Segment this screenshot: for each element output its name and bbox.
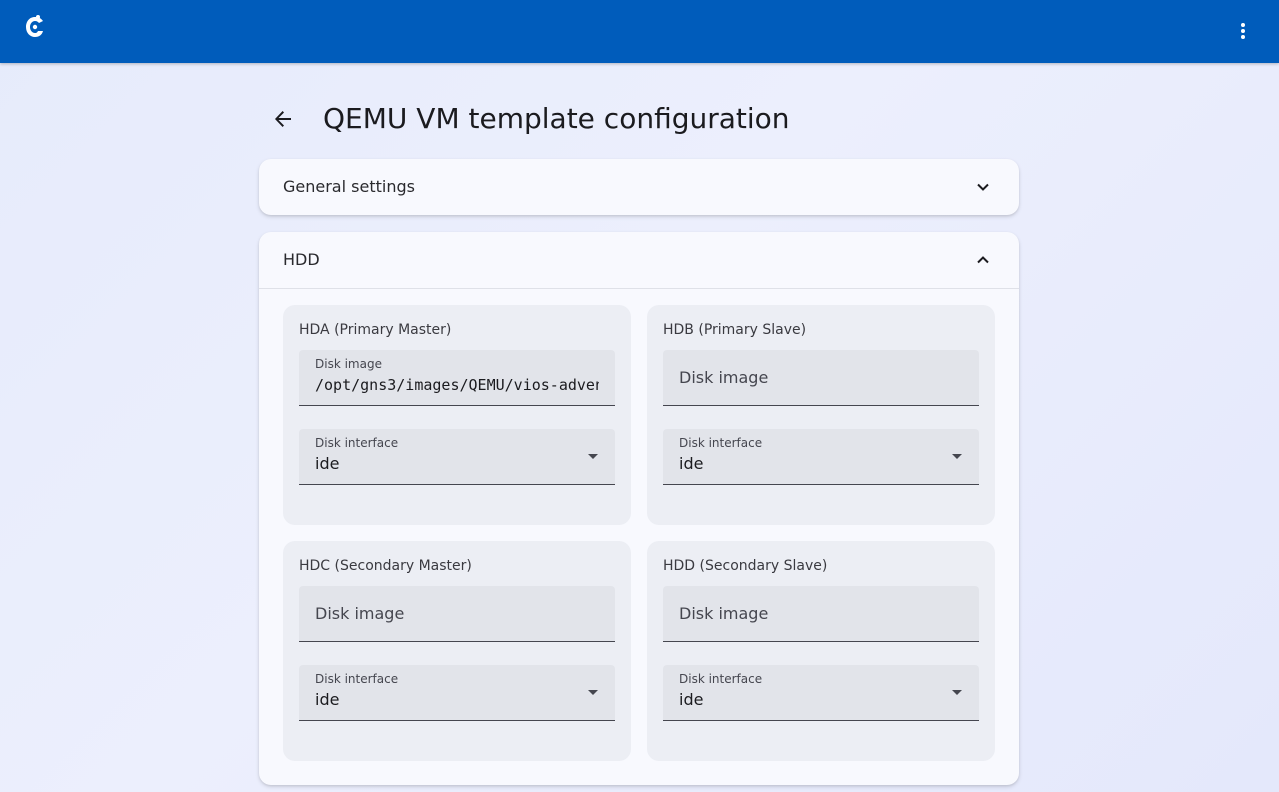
chevron-up-icon bbox=[977, 256, 989, 264]
hdc-card: HDC (Secondary Master) Disk image Disk i… bbox=[283, 541, 631, 761]
hdd-disk-image-field[interactable]: Disk image bbox=[663, 586, 979, 642]
hdd-header[interactable]: HDD bbox=[259, 232, 1019, 288]
more-options-button[interactable] bbox=[1229, 17, 1257, 45]
dropdown-arrow-icon bbox=[952, 690, 962, 695]
hdd-title: HDD bbox=[283, 250, 320, 269]
hdc-title: HDC (Secondary Master) bbox=[299, 558, 472, 574]
hdd-disk-image-label: Disk image bbox=[679, 604, 769, 623]
hda-title: HDA (Primary Master) bbox=[299, 322, 452, 338]
dropdown-arrow-icon bbox=[588, 454, 598, 459]
hdc-disk-interface-value: ide bbox=[315, 690, 340, 709]
page-title: QEMU VM template configuration bbox=[323, 102, 790, 135]
hdb-disk-interface-select[interactable]: Disk interface ide bbox=[663, 429, 979, 485]
hdb-title: HDB (Primary Slave) bbox=[663, 322, 807, 338]
hdd-disk-title: HDD (Secondary Slave) bbox=[663, 558, 828, 574]
hda-card: HDA (Primary Master) Disk image /opt/gns… bbox=[283, 305, 631, 525]
hdd-card: HDD (Secondary Slave) Disk image Disk in… bbox=[647, 541, 995, 761]
hda-disk-image-field[interactable]: Disk image /opt/gns3/images/QEMU/vios-ad… bbox=[299, 350, 615, 406]
hdc-disk-interface-select[interactable]: Disk interface ide bbox=[299, 665, 615, 721]
hdb-card: HDB (Primary Slave) Disk image Disk inte… bbox=[647, 305, 995, 525]
hda-disk-image-value: /opt/gns3/images/QEMU/vios-adventerprise… bbox=[315, 376, 599, 394]
hda-disk-interface-select[interactable]: Disk interface ide bbox=[299, 429, 615, 485]
hdc-disk-image-field[interactable]: Disk image bbox=[299, 586, 615, 642]
back-button[interactable] bbox=[269, 105, 297, 133]
hda-disk-interface-label: Disk interface bbox=[315, 436, 399, 450]
hdb-disk-image-label: Disk image bbox=[679, 368, 769, 387]
arrow-back-icon bbox=[275, 111, 291, 127]
hdb-disk-image-field[interactable]: Disk image bbox=[663, 350, 979, 406]
dropdown-arrow-icon bbox=[952, 454, 962, 459]
more-vert-icon bbox=[1241, 23, 1245, 27]
hdb-disk-interface-label: Disk interface bbox=[679, 436, 763, 450]
hdd-panel: HDD HDA (Primary Master) Disk image /opt… bbox=[259, 232, 1019, 785]
hdc-disk-interface-label: Disk interface bbox=[315, 672, 399, 686]
general-settings-panel: General settings bbox=[259, 159, 1019, 215]
hda-disk-image-label: Disk image bbox=[315, 357, 382, 371]
hdb-disk-interface-value: ide bbox=[679, 454, 704, 473]
hda-disk-interface-value: ide bbox=[315, 454, 340, 473]
hdc-disk-image-label: Disk image bbox=[315, 604, 405, 623]
hdd-divider bbox=[259, 288, 1019, 289]
hdd-disk-interface-label: Disk interface bbox=[679, 672, 763, 686]
hdd-disk-interface-select[interactable]: Disk interface ide bbox=[663, 665, 979, 721]
general-settings-header[interactable]: General settings bbox=[259, 159, 1019, 215]
general-settings-title: General settings bbox=[283, 177, 415, 196]
top-app-bar bbox=[0, 0, 1279, 63]
hdd-disk-interface-value: ide bbox=[679, 690, 704, 709]
dropdown-arrow-icon bbox=[588, 690, 598, 695]
chevron-down-icon bbox=[977, 183, 989, 191]
gns3-logo-icon[interactable] bbox=[24, 14, 46, 40]
